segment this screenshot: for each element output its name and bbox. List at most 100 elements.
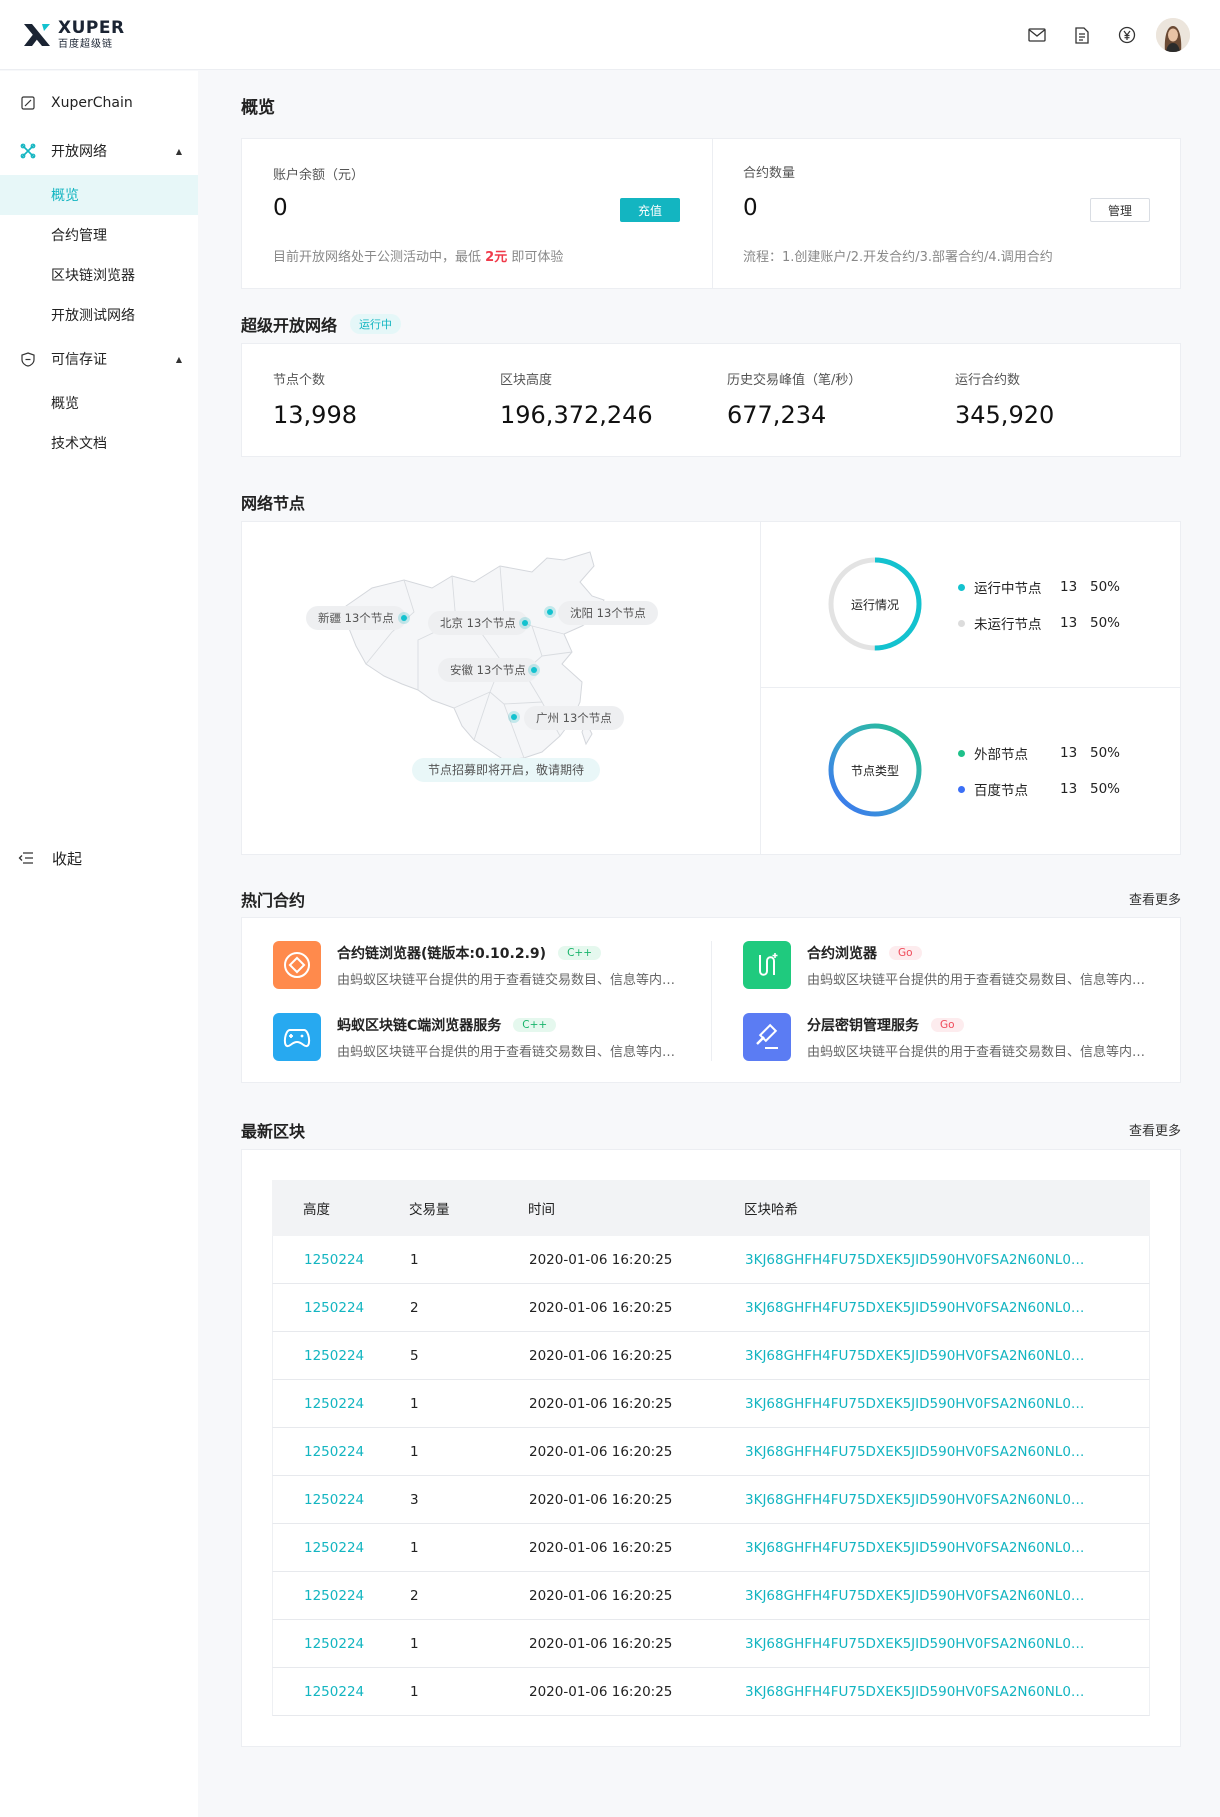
contract-desc: 由蚂蚁区块链平台提供的用于查看链交易数目、信息等内容的浏览器 [807,1045,1147,1060]
tx-count: 2 [410,1587,419,1604]
legend-pct: 50% [1090,745,1121,761]
legend-stopped: 未运行节点 13 50% [958,613,1120,633]
legend-dot [958,583,965,591]
hot-contracts-card: 合约链浏览器(链版本:0.10.2.9) C++ 由蚂蚁区块链平台提供的用于查看链… [241,917,1181,1083]
block-hash-link[interactable]: 3KJ68GHFH4FU75DXEK5JID590HV0FSA2N60NL0W8… [745,1348,1091,1364]
contract-desc: 由蚂蚁区块链平台提供的用于查看链交易数目、信息等内容的浏览器 [337,973,677,988]
collapse-button[interactable]: 收起 [0,844,82,872]
block-height-link[interactable]: 1250224 [304,1588,364,1604]
legend-baidu: 百度节点 13 50% [958,779,1120,799]
legend-dot [958,749,965,757]
logo[interactable]: XUPER 百度超级链 [22,20,125,50]
contract-name: 分层密钥管理服务 [807,1018,919,1034]
block-hash-link[interactable]: 3KJ68GHFH4FU75DXEK5JID590HV0FSA2N60NL0W8… [745,1252,1091,1268]
hot-more-link[interactable]: 查看更多 [1129,889,1181,908]
block-hash-link[interactable]: 3KJ68GHFH4FU75DXEK5JID590HV0FSA2N60NL0W8… [745,1300,1091,1316]
sidebar-item-label: 开放网络 [51,144,107,160]
block-height-link[interactable]: 1250224 [304,1492,364,1508]
map-tag-guangzhou: 广州 13个节点 [524,706,624,730]
manage-button[interactable]: 管理 [1090,198,1150,222]
table-header: 高度 交易量 时间 区块哈希 [272,1180,1150,1236]
col-time[interactable]: 时间 [528,1198,744,1218]
legend-count: 13 [1060,579,1078,595]
block-height-link[interactable]: 1250224 [304,1396,364,1412]
china-map-outline-icon [345,551,605,781]
legend-name: 运行中节点 [974,581,1042,597]
map-dot-anhui[interactable] [528,664,540,676]
contract-flow-hint: 流程：1.创建账户/2.开发合约/3.部署合约/4.调用合约 [743,250,1053,265]
network-title: 超级开放网络 运行中 [241,312,402,336]
contract-item[interactable]: 蚂蚁区块链C端浏览器服务 C++ 由蚂蚁区块链平台提供的用于查看链交易数目、信息等… [273,1013,693,1063]
stat-label: 区块高度 [500,373,553,388]
map-dot-shenyang[interactable] [544,606,556,618]
map-tag-xinjiang: 新疆 13个节点 [306,606,406,630]
sidebar-item-block-explorer[interactable]: 区块链浏览器 [0,255,198,295]
sidebar-item-contract-manage[interactable]: 合约管理 [0,215,198,255]
tx-count: 2 [410,1299,419,1316]
sidebar-item-overview[interactable]: 概览 [0,175,198,215]
account-card: 账户余额（元） 0 充值 目前开放网络处于公测活动中，最低 2元 即可体验 合约… [241,138,1181,289]
col-hash[interactable]: 区块哈希 [744,1198,1150,1218]
top-header: XUPER 百度超级链 [0,0,1220,70]
running-ring-label: 运行情况 [850,598,899,612]
network-icon [20,143,36,159]
block-height-link[interactable]: 1250224 [304,1444,364,1460]
map-dot-guangzhou[interactable] [508,711,520,723]
tx-count: 1 [410,1443,419,1460]
block-time: 2020-01-06 16:20:25 [529,1347,673,1364]
page-title: 概览 [241,98,275,118]
legend-external: 外部节点 13 50% [958,743,1120,763]
block-hash-link[interactable]: 3KJ68GHFH4FU75DXEK5JID590HV0FSA2N60NL0W8… [745,1684,1091,1700]
table-row: 1250224 1 2020-01-06 16:20:25 3KJ68GHFH4… [272,1380,1150,1428]
block-hash-link[interactable]: 3KJ68GHFH4FU75DXEK5JID590HV0FSA2N60NL0W8… [745,1636,1091,1652]
map-dot-beijing[interactable] [519,617,531,629]
map-dot-xinjiang[interactable] [398,612,410,624]
block-height-link[interactable]: 1250224 [304,1636,364,1652]
contract-item[interactable]: 分层密钥管理服务 Go 由蚂蚁区块链平台提供的用于查看链交易数目、信息等内容的浏览… [743,1013,1163,1063]
col-tx[interactable]: 交易量 [408,1198,528,1218]
contract-desc: 由蚂蚁区块链平台提供的用于查看链交易数目、信息等内容的浏览器 [807,973,1147,988]
table-row: 1250224 1 2020-01-06 16:20:25 3KJ68GHFH4… [272,1428,1150,1476]
table-body: 1250224 1 2020-01-06 16:20:25 3KJ68GHFH4… [272,1236,1150,1716]
stat-value: 196,372,246 [500,401,653,429]
block-hash-link[interactable]: 3KJ68GHFH4FU75DXEK5JID590HV0FSA2N60NL0W8… [745,1588,1091,1604]
sidebar-item-open-testnet[interactable]: 开放测试网络 [0,295,198,335]
hint-text: 目前开放网络处于公测活动中，最低 [273,250,482,265]
block-time: 2020-01-06 16:20:25 [529,1299,673,1316]
mail-icon[interactable] [1020,18,1054,52]
recharge-button[interactable]: 充值 [620,198,680,222]
sidebar-item-open-network[interactable]: 开放网络 ▲ [0,127,198,175]
sidebar-item-xuperchain[interactable]: XuperChain [0,79,198,127]
nodes-title: 网络节点 [241,494,306,513]
document-icon[interactable] [1065,18,1099,52]
tx-count: 3 [410,1491,419,1508]
sidebar-item-trusted-evidence[interactable]: 可信存证 ▲ [0,335,198,383]
block-hash-link[interactable]: 3KJ68GHFH4FU75DXEK5JID590HV0FSA2N60NL0W8… [745,1492,1091,1508]
col-height[interactable]: 高度 [272,1198,408,1218]
coin-icon [273,941,321,989]
table-row: 1250224 1 2020-01-06 16:20:25 3KJ68GHFH4… [272,1620,1150,1668]
sidebar: XuperChain 开放网络 ▲ 概览 合约管理 区块链浏览器 开放测试网络 … [0,71,198,1817]
contract-item[interactable]: 合约浏览器 Go 由蚂蚁区块链平台提供的用于查看链交易数目、信息等内容的浏览器 [743,941,1163,991]
network-title-text: 超级开放网络 [241,316,338,335]
block-time: 2020-01-06 16:20:25 [529,1251,673,1268]
avatar[interactable] [1156,18,1190,52]
card-divider [712,139,713,289]
yuan-icon[interactable] [1110,18,1144,52]
block-height-link[interactable]: 1250224 [304,1684,364,1700]
block-hash-link[interactable]: 3KJ68GHFH4FU75DXEK5JID590HV0FSA2N60NL0W8… [745,1444,1091,1460]
block-height-link[interactable]: 1250224 [304,1348,364,1364]
block-height-link[interactable]: 1250224 [304,1300,364,1316]
sidebar-item-evidence-overview[interactable]: 概览 [0,383,198,423]
block-height-link[interactable]: 1250224 [304,1540,364,1556]
stat-label: 历史交易峰值（笔/秒） [727,373,862,388]
block-height-link[interactable]: 1250224 [304,1252,364,1268]
contract-item[interactable]: 合约链浏览器(链版本:0.10.2.9) C++ 由蚂蚁区块链平台提供的用于查看链… [273,941,693,991]
stat-value: 13,998 [273,401,357,429]
contract-desc: 由蚂蚁区块链平台提供的用于查看链交易数目、信息等内容的浏览器 [337,1045,677,1060]
block-hash-link[interactable]: 3KJ68GHFH4FU75DXEK5JID590HV0FSA2N60NL0W8… [745,1540,1091,1556]
blocks-more-link[interactable]: 查看更多 [1129,1120,1181,1139]
blocks-table: 高度 交易量 时间 区块哈希 1250224 1 2020-01-06 16:2… [272,1180,1150,1716]
block-hash-link[interactable]: 3KJ68GHFH4FU75DXEK5JID590HV0FSA2N60NL0W8… [745,1396,1091,1412]
sidebar-item-tech-docs[interactable]: 技术文档 [0,423,198,463]
